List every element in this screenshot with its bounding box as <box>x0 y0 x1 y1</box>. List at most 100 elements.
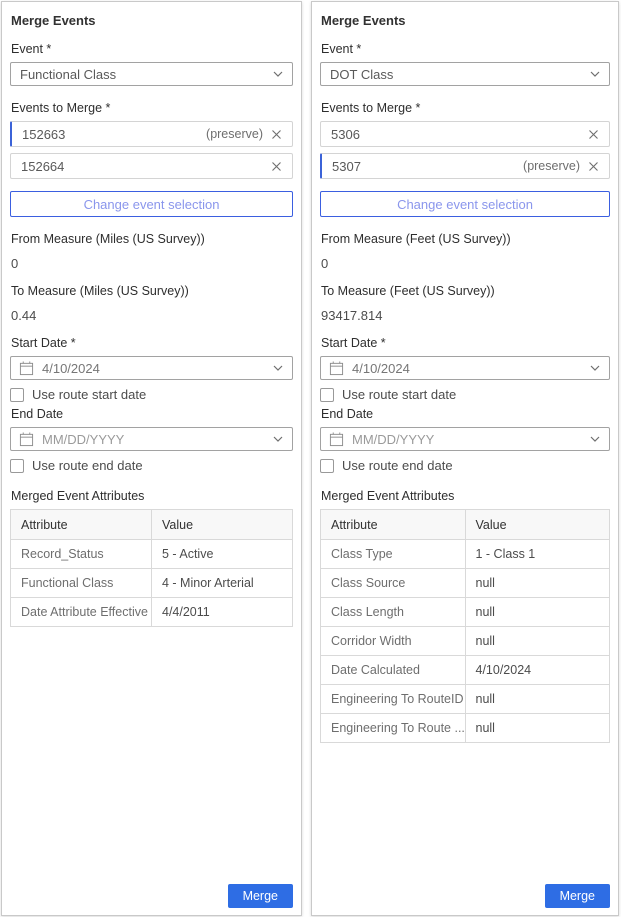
event-item[interactable]: 5307 (preserve) <box>320 153 610 179</box>
attribute-column-header: Attribute <box>321 510 466 540</box>
from-measure-value: 0 <box>321 256 609 271</box>
chevron-down-icon <box>273 365 283 371</box>
use-route-end-date-checkbox[interactable] <box>320 459 334 473</box>
event-id: 5307 <box>332 159 361 174</box>
table-row: Record_Status5 - Active <box>11 540 293 569</box>
use-route-start-date-row[interactable]: Use route start date <box>320 387 610 402</box>
merge-button[interactable]: Merge <box>228 884 293 908</box>
end-date-input[interactable]: MM/DD/YYYY <box>10 427 293 451</box>
merge-button-row: Merge <box>320 884 610 909</box>
start-date-input[interactable]: 4/10/2024 <box>10 356 293 380</box>
panel-title: Merge Events <box>321 13 609 28</box>
event-label: Event * <box>11 42 292 56</box>
from-measure-field: From Measure (Miles (US Survey)) 0 <box>10 232 293 271</box>
change-event-selection-button[interactable]: Change event selection <box>10 191 293 217</box>
merged-event-attributes: Merged Event Attributes Attribute Value … <box>320 489 610 743</box>
calendar-icon <box>19 432 34 447</box>
start-date-input[interactable]: 4/10/2024 <box>320 356 610 380</box>
start-date-value: 4/10/2024 <box>352 361 582 376</box>
attribute-cell: Class Type <box>321 540 466 569</box>
event-select[interactable]: Functional Class <box>10 62 293 86</box>
remove-event-icon[interactable] <box>587 160 600 173</box>
calendar-icon <box>329 361 344 376</box>
attribute-cell: Class Source <box>321 569 466 598</box>
merged-event-attributes-label: Merged Event Attributes <box>11 489 292 503</box>
to-measure-value: 93417.814 <box>321 308 609 323</box>
value-column-header: Value <box>465 510 610 540</box>
chevron-down-icon <box>590 365 600 371</box>
attribute-cell: Engineering To RouteID <box>321 685 466 714</box>
table-row: Date Calculated4/10/2024 <box>321 656 610 685</box>
value-cell: null <box>465 598 610 627</box>
use-route-start-date-row[interactable]: Use route start date <box>10 387 293 402</box>
table-row: Date Attribute Effective4/4/2011 <box>11 598 293 627</box>
value-cell: 1 - Class 1 <box>465 540 610 569</box>
use-route-start-date-checkbox[interactable] <box>320 388 334 402</box>
event-item[interactable]: 152663 (preserve) <box>10 121 293 147</box>
attribute-cell: Corridor Width <box>321 627 466 656</box>
end-date-input[interactable]: MM/DD/YYYY <box>320 427 610 451</box>
remove-event-icon[interactable] <box>270 128 283 141</box>
value-cell: null <box>465 569 610 598</box>
end-date-label: End Date <box>321 407 609 421</box>
start-date-label: Start Date * <box>11 336 292 350</box>
use-route-end-date-label: Use route end date <box>32 458 143 473</box>
merged-event-attributes-label: Merged Event Attributes <box>321 489 609 503</box>
merged-event-attributes: Merged Event Attributes Attribute Value … <box>10 489 293 627</box>
value-cell: null <box>465 627 610 656</box>
event-label: Event * <box>321 42 609 56</box>
attribute-cell: Date Calculated <box>321 656 466 685</box>
remove-event-icon[interactable] <box>587 128 600 141</box>
table-header-row: Attribute Value <box>321 510 610 540</box>
value-cell: 4/10/2024 <box>465 656 610 685</box>
table-row: Engineering To RouteIDnull <box>321 685 610 714</box>
table-row: Class Sourcenull <box>321 569 610 598</box>
attribute-cell: Functional Class <box>11 569 152 598</box>
chevron-down-icon <box>590 436 600 442</box>
value-cell: 4/4/2011 <box>152 598 293 627</box>
event-item[interactable]: 5306 <box>320 121 610 147</box>
event-select[interactable]: DOT Class <box>320 62 610 86</box>
to-measure-label: To Measure (Feet (US Survey)) <box>321 284 609 298</box>
value-cell: 4 - Minor Arterial <box>152 569 293 598</box>
to-measure-field: To Measure (Miles (US Survey)) 0.44 <box>10 284 293 323</box>
value-cell: 5 - Active <box>152 540 293 569</box>
event-item-list: 152663 (preserve) 152664 <box>10 121 293 179</box>
value-cell: null <box>465 685 610 714</box>
end-date-placeholder: MM/DD/YYYY <box>42 432 265 447</box>
remove-event-icon[interactable] <box>270 160 283 173</box>
from-measure-label: From Measure (Miles (US Survey)) <box>11 232 292 246</box>
attribute-cell: Class Length <box>321 598 466 627</box>
attribute-cell: Record_Status <box>11 540 152 569</box>
preserve-label: (preserve) <box>206 127 263 141</box>
chevron-down-icon <box>273 436 283 442</box>
start-date-label: Start Date * <box>321 336 609 350</box>
use-route-end-date-row[interactable]: Use route end date <box>10 458 293 473</box>
preserve-label: (preserve) <box>523 159 580 173</box>
use-route-start-date-label: Use route start date <box>342 387 456 402</box>
event-id: 152663 <box>22 127 65 142</box>
event-select-value: DOT Class <box>330 67 590 82</box>
from-measure-value: 0 <box>11 256 292 271</box>
event-select-value: Functional Class <box>20 67 273 82</box>
events-to-merge-field: Events to Merge * 152663 (preserve) 152664… <box>10 101 293 217</box>
merge-button[interactable]: Merge <box>545 884 610 908</box>
events-to-merge-label: Events to Merge * <box>321 101 609 115</box>
merge-button-row: Merge <box>10 884 293 909</box>
use-route-start-date-checkbox[interactable] <box>10 388 24 402</box>
to-measure-value: 0.44 <box>11 308 292 323</box>
attribute-cell: Date Attribute Effective <box>11 598 152 627</box>
use-route-end-date-checkbox[interactable] <box>10 459 24 473</box>
change-event-selection-button[interactable]: Change event selection <box>320 191 610 217</box>
calendar-icon <box>329 432 344 447</box>
use-route-end-date-row[interactable]: Use route end date <box>320 458 610 473</box>
event-item[interactable]: 152664 <box>10 153 293 179</box>
table-row: Class Lengthnull <box>321 598 610 627</box>
value-cell: null <box>465 714 610 743</box>
event-field: Event * DOT Class <box>320 42 610 86</box>
value-column-header: Value <box>152 510 293 540</box>
merge-events-panel-left: Merge Events Event * Functional Class Ev… <box>1 1 302 916</box>
events-to-merge-label: Events to Merge * <box>11 101 292 115</box>
table-row: Corridor Widthnull <box>321 627 610 656</box>
chevron-down-icon <box>273 71 283 77</box>
